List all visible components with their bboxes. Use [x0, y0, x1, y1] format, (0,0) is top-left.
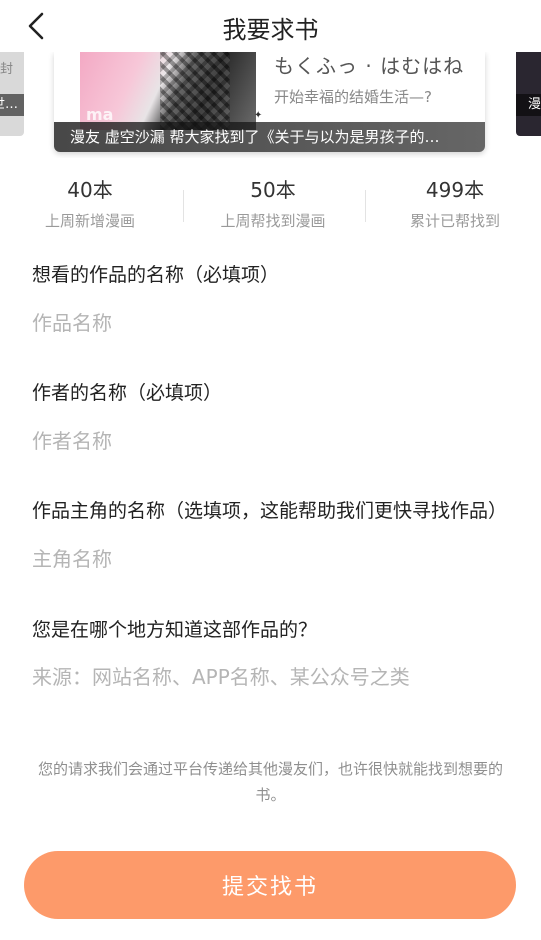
- stat-value: 50本: [250, 178, 296, 202]
- banner-card-next-caption: 漫: [516, 94, 541, 116]
- stat-total-found: 499本 累计已帮找到: [365, 176, 541, 231]
- work-name-input[interactable]: [32, 305, 512, 341]
- protagonist-label: 作品主角的名称（选填项，这能帮助我们更快寻找作品）: [32, 500, 508, 522]
- banner-book-description: 开始幸福的结婚生活—?: [274, 88, 432, 106]
- banner-card-prev[interactable]: 封 世…: [0, 52, 24, 136]
- banner-card-prev-caption: 世…: [0, 94, 24, 116]
- banner-card-next[interactable]: 漫: [516, 52, 541, 136]
- stat-weekly-new: 40本 上周新增漫画: [0, 176, 180, 231]
- banner-caption: 漫友 虚空沙漏 帮大家找到了《关于与以为是男孩子的…: [54, 122, 485, 152]
- stat-label: 累计已帮找到: [409, 212, 500, 230]
- protagonist-input[interactable]: [32, 541, 512, 577]
- banner-carousel[interactable]: 封 世… ma もくふっ · はむはね 开始幸福的结婚生活—? ✦ 漫友 虚空沙…: [0, 52, 541, 158]
- stat-value: 40本: [67, 178, 113, 202]
- author-name-label: 作者的名称（必填项）: [32, 382, 223, 404]
- cover-pattern: [160, 52, 230, 130]
- submit-button[interactable]: 提交找书: [24, 851, 516, 919]
- cover-image: ma: [80, 52, 256, 130]
- stat-value: 499本: [425, 178, 485, 202]
- work-name-label: 想看的作品的名称（必填项）: [32, 264, 280, 286]
- stats-row: 40本 上周新增漫画 50本 上周帮找到漫画 499本 累计已帮找到: [0, 176, 541, 240]
- star-icon: ✦: [254, 110, 263, 121]
- author-name-input[interactable]: [32, 423, 512, 459]
- banner-card-current[interactable]: ma もくふっ · はむはね 开始幸福的结婚生活—? ✦ 漫友 虚空沙漏 帮大家…: [54, 52, 485, 152]
- source-label: 您是在哪个地方知道这部作品的？: [32, 619, 318, 641]
- stat-weekly-found: 50本 上周帮找到漫画: [183, 176, 363, 231]
- banner-book-title: もくふっ · はむはね: [274, 54, 465, 78]
- stat-label: 上周新增漫画: [44, 212, 135, 230]
- header: 我要求书: [0, 0, 541, 52]
- page-title: 我要求书: [222, 16, 319, 44]
- hint-text: 您的请求我们会通过平台传递给其他漫友们，也许很快就能找到想要的书。: [37, 760, 503, 804]
- banner-card-prev-text: 封: [0, 62, 14, 77]
- stat-label: 上周帮找到漫画: [220, 212, 326, 230]
- source-input[interactable]: [32, 659, 512, 695]
